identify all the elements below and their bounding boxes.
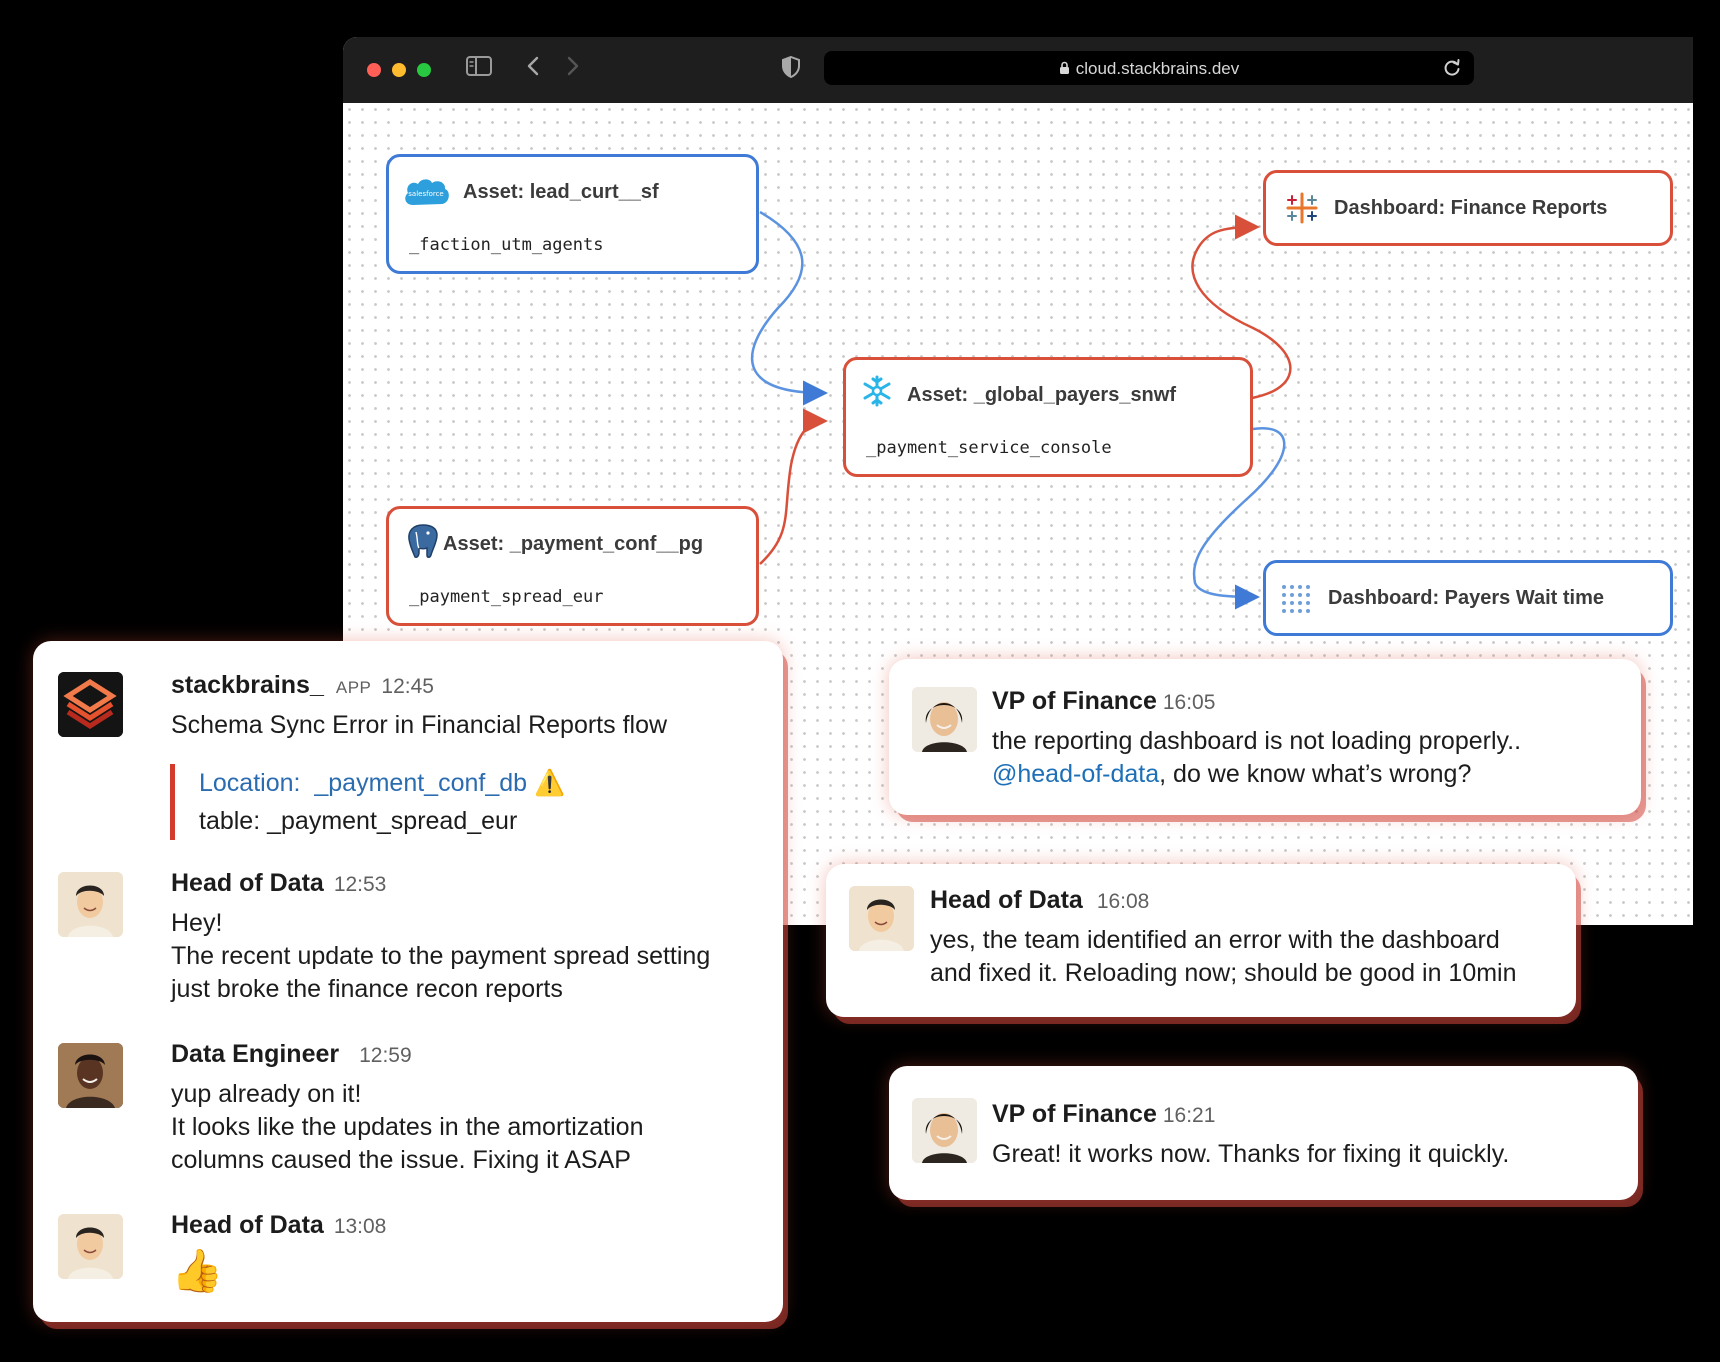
message-time[interactable]: 13:08 — [334, 1215, 387, 1238]
location-value-link[interactable]: _payment_conf_db — [314, 769, 527, 797]
vp-of-finance-avatar[interactable] — [912, 1098, 977, 1163]
message-header: Head of Data 12:53 — [171, 869, 386, 898]
address-bar[interactable]: cloud.stackbrains.dev — [824, 51, 1474, 85]
message-time[interactable]: 12:53 — [334, 873, 387, 896]
close-window-button[interactable] — [367, 63, 381, 77]
message-header: Head of Data 16:08 — [930, 886, 1149, 915]
asset-node-table: _payment_service_console — [866, 438, 1112, 458]
message-time[interactable]: 16:21 — [1163, 1104, 1216, 1127]
thumbs-up-emoji: 👍 — [171, 1247, 224, 1294]
sender-name[interactable]: VP of Finance — [992, 687, 1157, 715]
head-of-data-avatar[interactable] — [849, 886, 914, 951]
sender-name[interactable]: Head of Data — [930, 886, 1083, 914]
sender-name[interactable]: VP of Finance — [992, 1100, 1157, 1128]
alert-text: Schema Sync Error in Financial Reports f… — [171, 711, 668, 739]
salesforce-icon: salesforce — [401, 175, 451, 214]
snowflake-icon — [860, 374, 894, 413]
chat-card-head-of-data: Head of Data 16:08 yes, the team identifi… — [826, 864, 1576, 1017]
message-body: Great! it works now. Thanks for fixing i… — [992, 1138, 1509, 1171]
message-line: yes, the team identified an error with t… — [930, 926, 1500, 954]
message-line: the reporting dashboard is not loading p… — [992, 727, 1522, 755]
data-engineer-avatar[interactable] — [58, 1043, 123, 1108]
asset-node-postgres[interactable]: Asset: _payment_conf__pg _payment_spread… — [386, 506, 759, 626]
message-header: VP of Finance 16:21 — [992, 1100, 1215, 1129]
message-time[interactable]: 16:08 — [1097, 890, 1150, 913]
stackbrains-logo-avatar — [58, 672, 123, 737]
sidebar-toggle-icon[interactable] — [466, 55, 492, 82]
mention-link[interactable]: @head-of-data — [992, 760, 1159, 788]
asset-node-title: Asset: lead_curt__sf — [463, 181, 659, 203]
head-of-data-avatar[interactable] — [58, 872, 123, 937]
back-arrow-icon[interactable] — [525, 55, 541, 82]
table-line: table: _payment_spread_eur — [199, 807, 518, 835]
message-time[interactable]: 16:05 — [1163, 691, 1216, 714]
dashboard-node-title: Dashboard: Finance Reports — [1334, 197, 1608, 219]
edge-salesforce-to-snowflake — [750, 210, 828, 406]
url-text: cloud.stackbrains.dev — [1075, 59, 1240, 78]
forward-arrow-icon[interactable] — [565, 55, 581, 82]
asset-node-title: Asset: _payment_conf__pg — [443, 533, 704, 555]
dashboard-node-finance-reports[interactable]: Dashboard: Finance Reports — [1263, 170, 1673, 246]
asset-node-title: Asset: _global_payers_snwf — [907, 384, 1176, 406]
sender-name[interactable]: Head of Data — [171, 1211, 324, 1239]
asset-node-snowflake[interactable]: Asset: _global_payers_snwf _payment_serv… — [843, 357, 1253, 477]
sender-name[interactable]: Head of Data — [171, 869, 324, 897]
minimize-window-button[interactable] — [392, 63, 406, 77]
message-line: It looks like the updates in the amortiz… — [171, 1113, 644, 1141]
url-display: cloud.stackbrains.dev — [824, 59, 1474, 79]
maximize-window-button[interactable] — [417, 63, 431, 77]
tableau-icon — [1284, 190, 1320, 231]
message-time[interactable]: 12:45 — [381, 675, 434, 698]
browser-titlebar: cloud.stackbrains.dev — [343, 37, 1693, 103]
message-line: Hey! — [171, 909, 223, 937]
message-line: yup already on it! — [171, 1080, 362, 1108]
reload-icon[interactable] — [1442, 57, 1462, 84]
dashboard-node-title: Dashboard: Payers Wait time — [1328, 587, 1605, 609]
message-body: yup already on it! It looks like the upd… — [171, 1078, 644, 1177]
dashboard-node-payers-wait-time[interactable]: Dashboard: Payers Wait time — [1263, 560, 1673, 636]
message-header: Head of Data 13:08 — [171, 1211, 386, 1240]
location-label: Location: — [199, 769, 301, 797]
asset-node-salesforce[interactable]: salesforce Asset: lead_curt__sf _faction… — [386, 154, 759, 274]
lock-icon — [1059, 61, 1069, 74]
asset-node-table: _payment_spread_eur — [409, 587, 604, 607]
alert-header: stackbrains_ APP 12:45 — [171, 671, 434, 700]
vp-of-finance-avatar[interactable] — [912, 687, 977, 752]
warning-icon: ⚠️ — [534, 769, 566, 797]
message-header: VP of Finance 16:05 — [992, 687, 1215, 716]
alert-quote-block: Location: _payment_conf_db ⚠️ table: _pa… — [170, 764, 565, 840]
message-line: @head-of-data, do we know what’s wrong? — [992, 758, 1521, 791]
sender-name[interactable]: stackbrains_ — [171, 671, 324, 699]
message-line: just broke the finance recon reports — [171, 975, 563, 1003]
message-time[interactable]: 12:59 — [359, 1044, 412, 1067]
tableau-icon — [1280, 583, 1316, 620]
message-line: The recent update to the payment spread … — [171, 942, 711, 970]
privacy-shield-icon[interactable] — [781, 55, 801, 84]
message-body: the reporting dashboard is not loading p… — [992, 725, 1521, 791]
chat-card-vp-finance-2: VP of Finance 16:21 Great! it works now. … — [889, 1066, 1638, 1200]
head-of-data-avatar[interactable] — [58, 1214, 123, 1279]
svg-text:salesforce: salesforce — [408, 190, 443, 198]
location-line: Location: _payment_conf_db ⚠️ — [199, 764, 565, 802]
message-header: Data Engineer 12:59 — [171, 1040, 412, 1069]
postgres-elephant-icon — [405, 522, 441, 565]
message-line: Great! it works now. Thanks for fixing i… — [992, 1140, 1510, 1168]
chat-card-vp-finance-1: VP of Finance 16:05 the reporting dashboa… — [889, 659, 1641, 815]
message-text: , do we know what’s wrong? — [1159, 760, 1472, 788]
edge-postgres-to-snowflake — [759, 408, 828, 565]
sender-name[interactable]: Data Engineer — [171, 1040, 339, 1068]
asset-node-table: _faction_utm_agents — [409, 235, 604, 255]
message-body: yes, the team identified an error with t… — [930, 924, 1517, 990]
slack-thread-card: stackbrains_ APP 12:45 Schema Sync Error i… — [33, 641, 783, 1322]
message-line: and fixed it. Reloading now; should be g… — [930, 959, 1517, 987]
message-body: Hey! The recent update to the payment sp… — [171, 907, 710, 1006]
app-tag: APP — [335, 678, 372, 697]
message-line: columns caused the issue. Fixing it ASAP — [171, 1146, 631, 1174]
